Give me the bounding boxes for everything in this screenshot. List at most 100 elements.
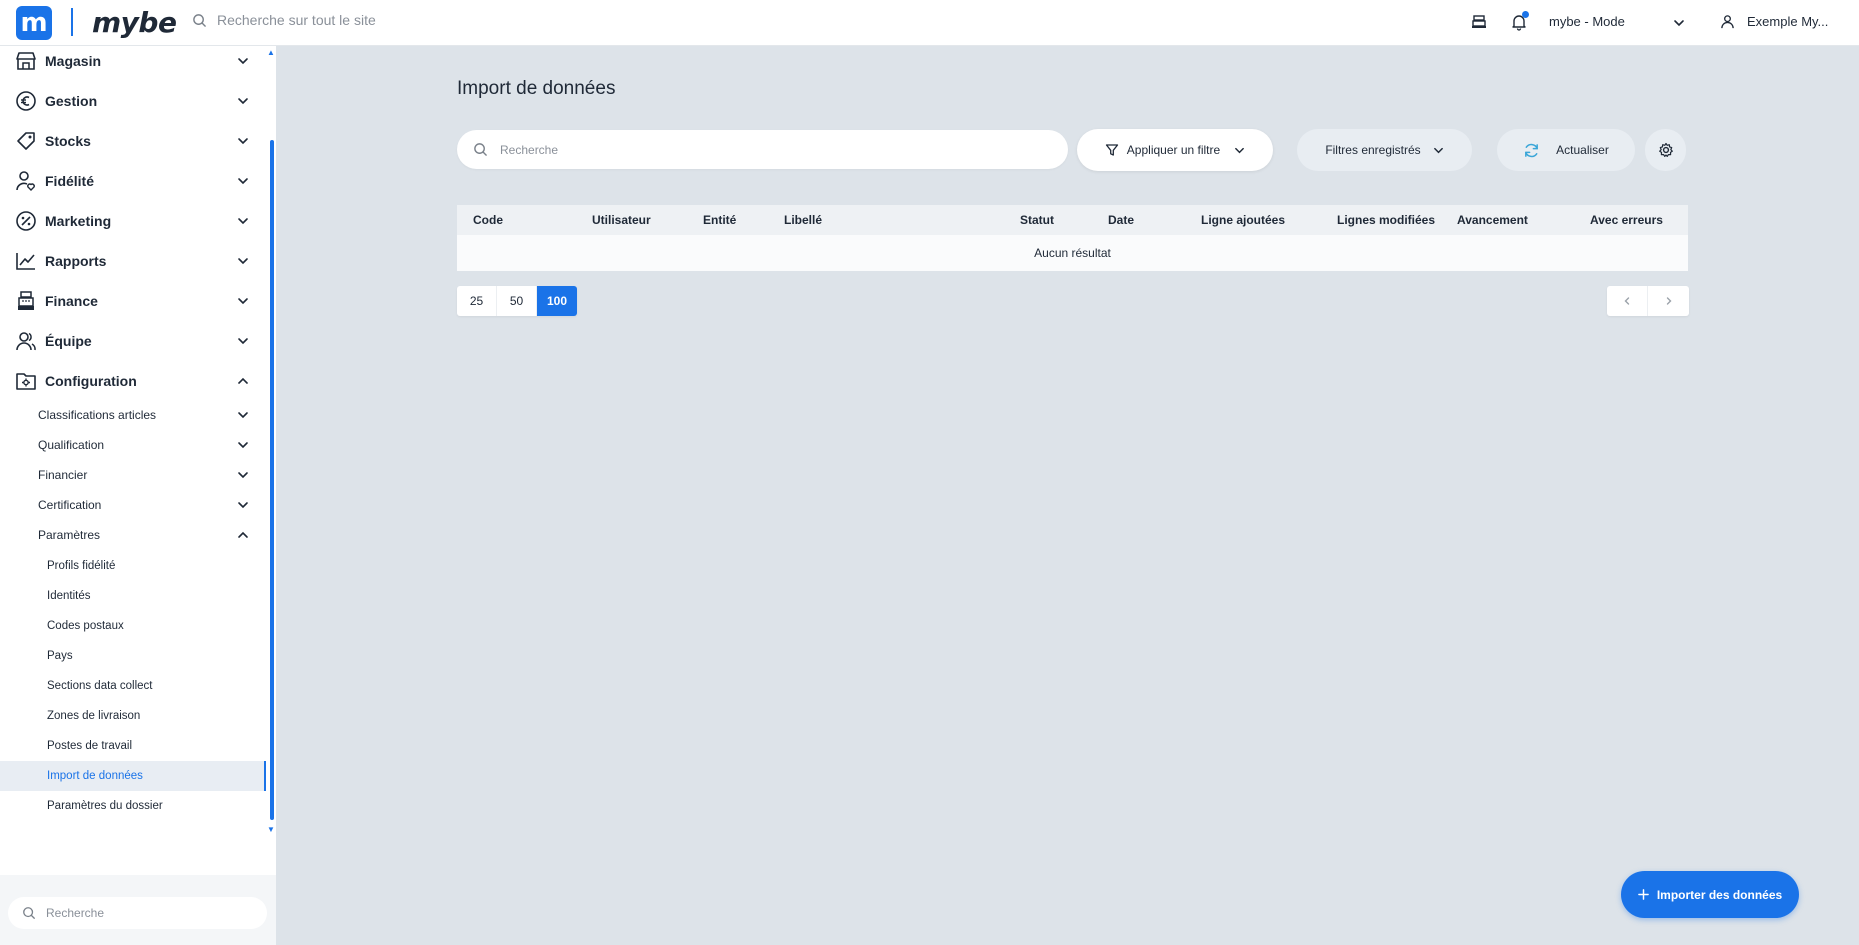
scroll-down-icon[interactable]: ▼ [266, 825, 276, 834]
column-header-libelle[interactable]: Libellé [784, 213, 822, 227]
sidebar-item-magasin[interactable]: Magasin [0, 42, 262, 80]
notification-badge [1522, 11, 1529, 18]
notifications-button[interactable] [1511, 11, 1529, 36]
sidebar-leaf-label: Pays [47, 650, 73, 662]
sidebar-item-stocks[interactable]: Stocks [0, 122, 262, 160]
sidebar-item-rapports[interactable]: Rapports [0, 242, 262, 280]
refresh-label: Actualiser [1556, 143, 1609, 157]
sidebar-item-label: Stocks [45, 133, 91, 149]
logo-text[interactable]: mybe [92, 6, 177, 39]
sidebar-leaf-label: Sections data collect [47, 680, 153, 692]
sidebar-item-label: Magasin [45, 53, 102, 69]
search-input[interactable]: Recherche [457, 130, 1068, 169]
import-data-label: Importer des données [1656, 887, 1783, 902]
sidebar-leaf-codes-postaux[interactable]: Codes postaux [0, 611, 266, 641]
chevron-down-icon [238, 412, 248, 419]
apply-filter-label: Appliquer un filtre [1126, 143, 1221, 157]
sidebar-leaf-pays[interactable]: Pays [0, 641, 266, 671]
line-chart-icon [14, 249, 38, 273]
sidebar-search-input[interactable]: Recherche [8, 897, 267, 929]
column-header-statut[interactable]: Statut [1020, 213, 1054, 227]
chevron-up-icon [238, 377, 248, 384]
settings-button[interactable] [1645, 129, 1686, 171]
sidebar-subitem-label: Certification [38, 498, 102, 512]
folder-gear-icon [14, 369, 38, 393]
page-size-50[interactable]: 50 [497, 286, 537, 316]
sidebar-leaf-parametres-dossier[interactable]: Paramètres du dossier [0, 791, 266, 821]
sidebar-leaf-sections-data-collect[interactable]: Sections data collect [0, 671, 266, 701]
column-header-code[interactable]: Code [473, 213, 503, 227]
page-navigation [1607, 286, 1689, 316]
chevron-down-icon [238, 472, 248, 479]
search-placeholder: Recherche [500, 142, 559, 157]
column-header-utilisateur[interactable]: Utilisateur [592, 213, 651, 227]
sidebar-item-fidelite[interactable]: Fidélité [0, 162, 262, 200]
sidebar-item-equipe[interactable]: Équipe [0, 322, 262, 360]
plus-icon [1637, 889, 1649, 900]
search-icon [23, 907, 35, 919]
sidebar-item-configuration[interactable]: Configuration [0, 362, 262, 400]
search-icon [193, 13, 206, 27]
chevron-down-icon [238, 178, 248, 185]
column-header-avec-erreurs[interactable]: Avec erreurs [1590, 213, 1663, 227]
sidebar-subitem-parametres[interactable]: Paramètres [0, 520, 262, 550]
chevron-down-icon [238, 58, 248, 65]
sidebar-leaf-profils-fidelite[interactable]: Profils fidélité [0, 551, 266, 581]
sidebar-subitem-label: Qualification [38, 438, 105, 452]
sidebar-item-finance[interactable]: Finance [0, 282, 262, 320]
column-header-lignes-modifiees[interactable]: Lignes modifiées [1337, 213, 1435, 227]
sidebar-leaf-postes-travail[interactable]: Postes de travail [0, 731, 266, 761]
store-selector[interactable]: mybe - Mode [1549, 14, 1685, 29]
active-indicator [264, 761, 266, 791]
column-header-avancement[interactable]: Avancement [1457, 213, 1528, 227]
sidebar-subitem-financier[interactable]: Financier [0, 460, 262, 490]
sidebar-scrollbar[interactable] [270, 140, 274, 820]
global-search-placeholder: Recherche sur tout le site [217, 12, 376, 28]
sidebar-leaf-identites[interactable]: Identités [0, 581, 266, 611]
cash-drawer-button[interactable] [1471, 14, 1487, 30]
user-menu[interactable]: Exemple My... [1720, 14, 1828, 29]
import-data-button[interactable]: Importer des données [1621, 871, 1799, 918]
sidebar-leaf-label: Profils fidélité [47, 560, 116, 572]
sidebar-leaf-label: Codes postaux [47, 620, 124, 632]
sidebar-leaf-zones-livraison[interactable]: Zones de livraison [0, 701, 266, 731]
saved-filters-button[interactable]: Filtres enregistrés [1297, 129, 1472, 171]
empty-state: Aucun résultat [457, 235, 1688, 271]
sidebar-subitem-qualification[interactable]: Qualification [0, 430, 262, 460]
page-size-25[interactable]: 25 [457, 286, 497, 316]
top-bar: m mybe Recherche sur tout le site mybe -… [0, 0, 1859, 46]
column-header-lignes-ajoutees[interactable]: Ligne ajoutées [1201, 213, 1285, 227]
table-header: Code Utilisateur Entité Libellé Statut D… [457, 205, 1688, 235]
sidebar-leaf-label: Postes de travail [47, 740, 133, 752]
column-header-date[interactable]: Date [1108, 213, 1134, 227]
column-header-entite[interactable]: Entité [703, 213, 736, 227]
chevron-down-icon [1674, 20, 1684, 27]
global-search[interactable]: Recherche sur tout le site [192, 12, 376, 28]
sidebar-item-label: Finance [45, 293, 98, 309]
sidebar-subitem-classifications[interactable]: Classifications articles [0, 400, 262, 430]
page-size-100[interactable]: 100 [537, 286, 577, 316]
imports-table: Code Utilisateur Entité Libellé Statut D… [457, 205, 1688, 271]
next-page-button[interactable] [1648, 286, 1689, 316]
sidebar-footer: Recherche [0, 875, 276, 945]
cash-register-icon [1472, 15, 1486, 28]
apply-filter-button[interactable]: Appliquer un filtre [1077, 129, 1273, 171]
sidebar-leaf-import-donnees[interactable]: Import de données [0, 761, 266, 791]
store-icon [14, 49, 38, 73]
previous-page-button[interactable] [1607, 286, 1648, 316]
sidebar-subitem-certification[interactable]: Certification [0, 490, 262, 520]
user-icon [1721, 15, 1734, 29]
sidebar-item-gestion[interactable]: Gestion [0, 82, 262, 120]
chevron-down-icon [238, 502, 248, 509]
logo-icon[interactable]: m [16, 6, 52, 40]
logo-divider [71, 8, 73, 36]
chevron-right-icon [1666, 297, 1671, 305]
sidebar-item-label: Équipe [45, 333, 92, 349]
sidebar-item-marketing[interactable]: Marketing [0, 202, 262, 240]
page-size-selector: 25 50 100 [457, 286, 577, 316]
sidebar-item-label: Configuration [45, 373, 137, 389]
sidebar-item-label: Marketing [45, 213, 112, 229]
filter-icon [1105, 144, 1118, 156]
refresh-button[interactable]: Actualiser [1497, 129, 1635, 171]
scroll-up-icon[interactable]: ▲ [266, 48, 276, 57]
